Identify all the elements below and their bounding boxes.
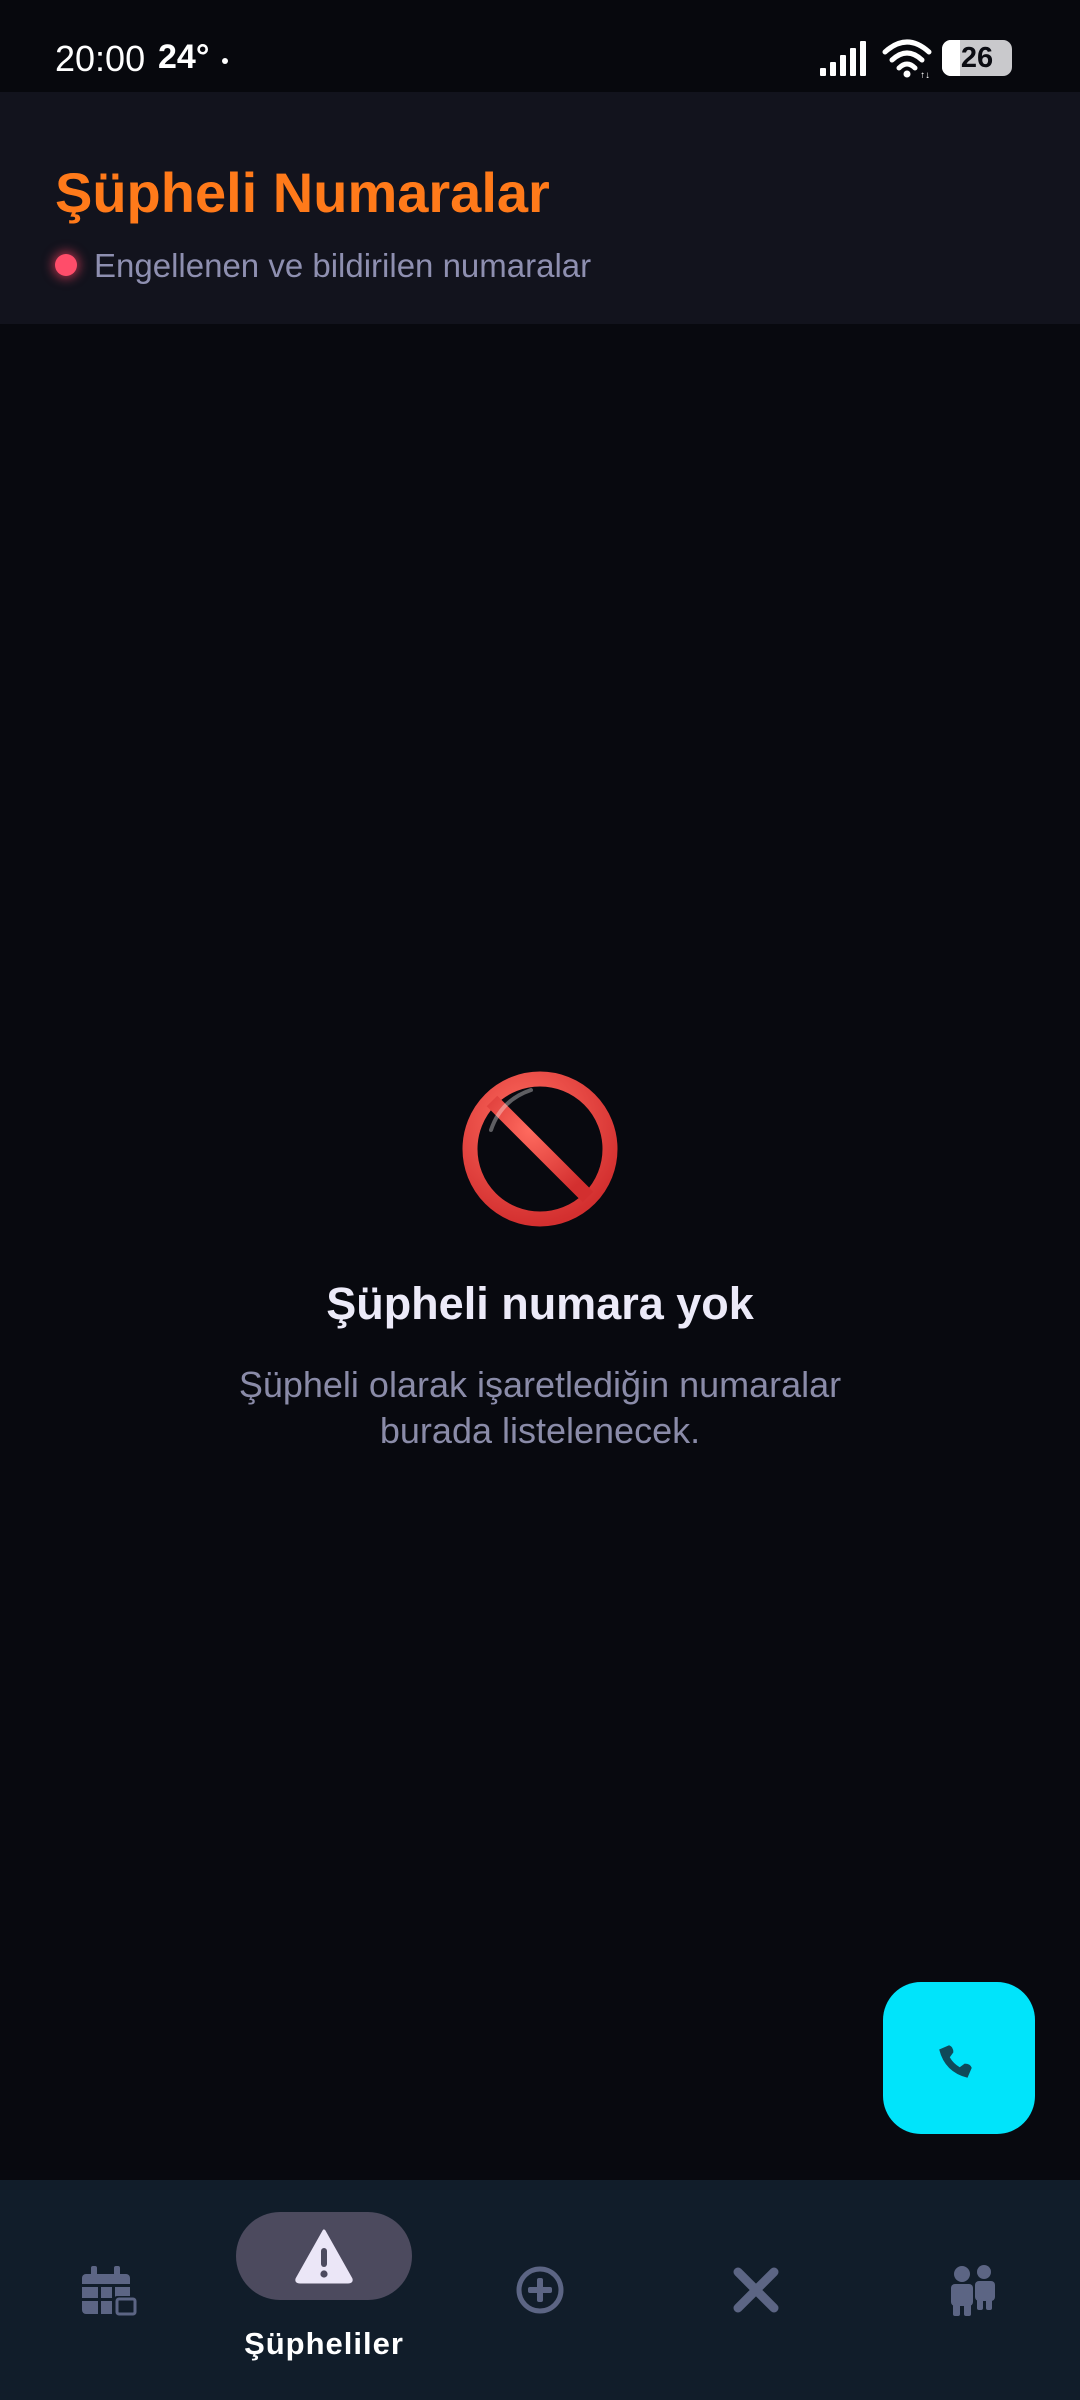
page-subtitle: Engellenen ve bildirilen numaralar [94,247,592,284]
call-fab-button[interactable] [883,1982,1035,2134]
wifi-icon: ↑↓ [882,39,932,78]
close-icon [733,2267,779,2313]
phone-icon [939,2045,972,2078]
nav-item-add[interactable] [432,2180,648,2400]
nav-item-people[interactable] [864,2180,1080,2400]
battery-icon: 26 [942,40,1012,76]
nav-item-calendar[interactable] [0,2180,216,2400]
add-circle-icon [516,2266,564,2314]
people-icon [951,2265,995,2316]
empty-state-title: Şüpheli numara yok [326,1278,754,1329]
page-title: Şüpheli Numaralar [55,161,550,224]
status-time: 20:00 [55,38,146,79]
nav-label-suspicious: Şüpheliler [244,2326,404,2361]
header: Şüpheli Numaralar Engellenen ve bildiril… [0,92,1080,324]
nav-item-blocked[interactable] [648,2180,864,2400]
calendar-icon [82,2266,137,2316]
warning-icon [295,2229,353,2284]
status-bar: 20:00 24° ↑↓ 26 [0,0,1080,92]
empty-state: Şüpheli numara yok Şüpheli olarak işaret… [0,1070,1080,1454]
nav-item-suspicious[interactable]: Şüpheliler [216,2180,432,2400]
screen: 20:00 24° ↑↓ 26 Şüpheli Numaralar Engell… [0,0,1080,2400]
signal-icon [820,41,866,76]
nav-active-pill [236,2212,412,2300]
status-indicator-dot [55,254,77,276]
status-temperature: 24° [158,38,210,76]
battery-level: 26 [960,42,994,74]
svg-text:↑↓: ↑↓ [920,70,930,78]
bottom-navigation: Şüpheliler [0,2180,1080,2400]
notification-dot-icon [222,58,228,64]
prohibited-icon [462,1071,618,1227]
empty-state-description: Şüpheli olarak işaretlediğin numaralar b… [238,1364,842,1451]
